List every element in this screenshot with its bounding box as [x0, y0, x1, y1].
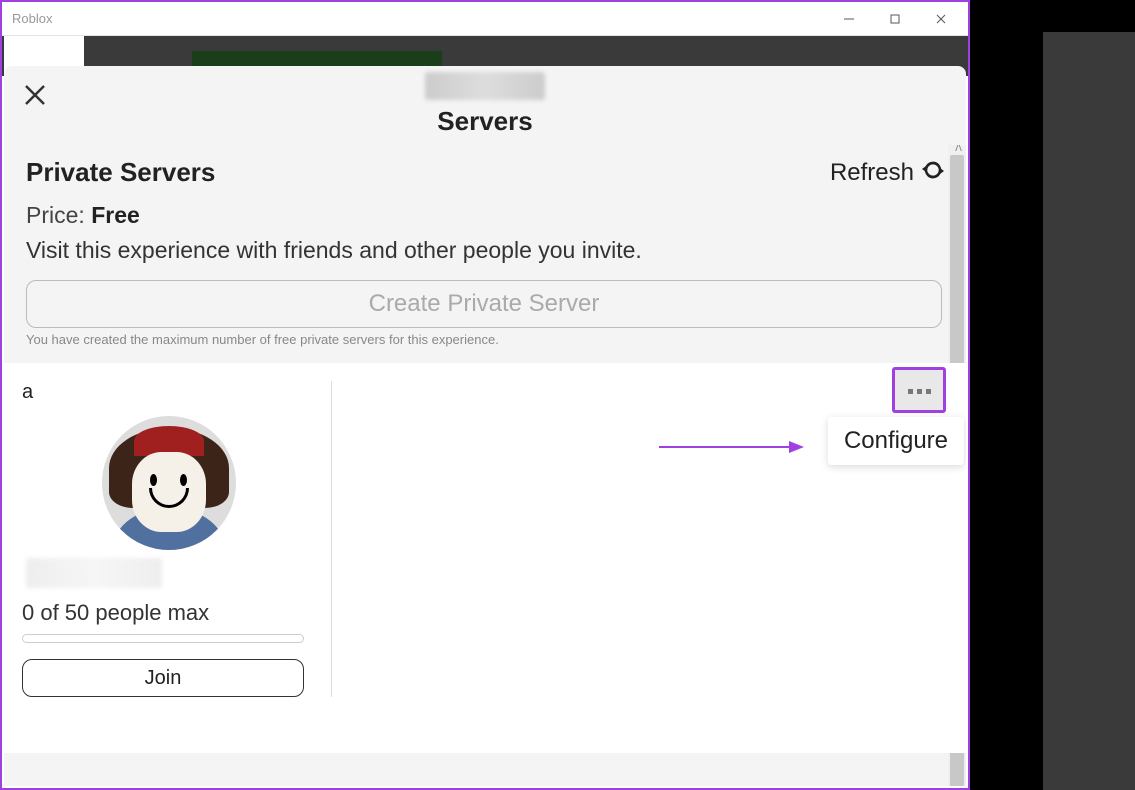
- max-servers-note: You have created the maximum number of f…: [26, 332, 944, 347]
- server-name: a: [22, 381, 315, 404]
- capacity-text: 0 of 50 people max: [22, 600, 315, 626]
- username-obscured: [26, 558, 162, 588]
- window-title: Roblox: [12, 11, 826, 26]
- refresh-icon: [922, 159, 944, 186]
- private-servers-section: Private Servers Refresh Price: Free: [4, 145, 966, 347]
- window-controls: [826, 4, 964, 34]
- price-value: Free: [91, 202, 140, 228]
- description-text: Visit this experience with friends and o…: [26, 237, 944, 264]
- price-row: Price: Free: [26, 202, 944, 229]
- section-title: Private Servers: [26, 157, 215, 188]
- minimize-button[interactable]: [826, 4, 872, 34]
- create-private-server-button[interactable]: Create Private Server: [26, 280, 942, 328]
- configure-menu-item[interactable]: Configure: [828, 417, 964, 465]
- avatar: [102, 416, 236, 550]
- annotation-arrow: [659, 437, 804, 462]
- obscured-region: [425, 72, 545, 100]
- titlebar: Roblox: [2, 2, 968, 36]
- section-header-row: Private Servers Refresh: [26, 157, 944, 188]
- desktop-background: [970, 0, 1135, 790]
- app-window: Roblox Servers: [0, 0, 970, 790]
- refresh-button[interactable]: Refresh: [830, 159, 944, 187]
- servers-modal: Servers ᐱ Private Servers Refresh: [4, 66, 966, 786]
- server-card: a: [22, 381, 332, 697]
- modal-header: Servers: [4, 66, 966, 145]
- content-wrapper: Servers ᐱ Private Servers Refresh: [2, 36, 968, 788]
- refresh-label: Refresh: [830, 159, 914, 187]
- modal-body: ᐱ Private Servers Refresh: [4, 145, 966, 786]
- join-button[interactable]: Join: [22, 659, 304, 697]
- background-panel: [1043, 32, 1135, 790]
- close-modal-button[interactable]: [24, 84, 46, 111]
- server-list-panel: a: [4, 363, 966, 753]
- maximize-button[interactable]: [872, 4, 918, 34]
- capacity-progress: [22, 634, 304, 643]
- more-dots-icon: [906, 381, 933, 399]
- modal-title: Servers: [24, 106, 946, 137]
- scroll-up-icon[interactable]: ᐱ: [955, 145, 962, 154]
- close-window-button[interactable]: [918, 4, 964, 34]
- price-label: Price:: [26, 202, 85, 228]
- more-options-button[interactable]: [892, 367, 946, 413]
